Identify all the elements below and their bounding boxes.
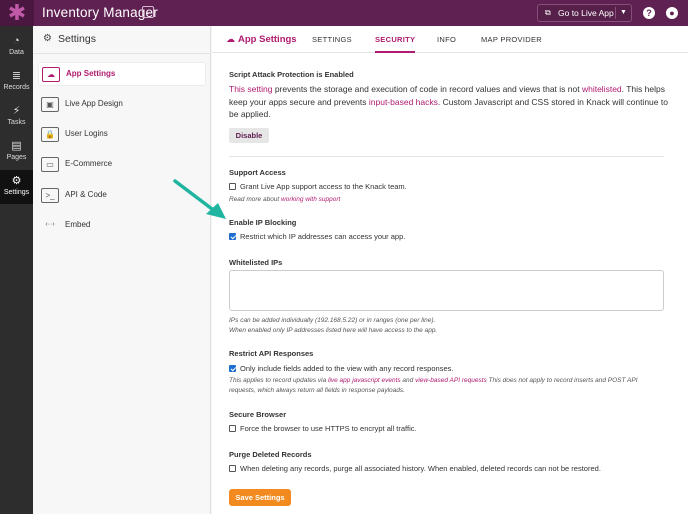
go-to-live-app-label: Go to Live App [558,8,614,18]
tasks-icon: ⚡ [12,105,21,117]
restrict-api-row[interactable]: Only include fields added to the view wi… [229,364,453,374]
restrict-api-hint: This applies to record updates via live … [229,376,649,396]
input-based-hacks-link[interactable]: input-based hacks [369,97,438,107]
menu-app-settings[interactable]: ☁ App Settings [38,62,206,86]
restrict-api-heading: Restrict API Responses [229,349,314,358]
menu-live-app-design[interactable]: ▣ Live App Design [38,93,206,117]
settings-panel: ⚙ Settings ☁ App Settings ▣ Live App Des… [33,26,211,514]
security-content: Script Attack Protection is Enabled This… [212,53,688,514]
settings-icon: ⚙ [11,175,22,187]
whitelisted-ips-heading: Whitelisted IPs [229,258,283,267]
section-title: ☁ App Settings [226,26,297,53]
credit-card-icon: ▭ [41,157,59,172]
nav-pages[interactable]: ▤ Pages [0,135,33,169]
knack-logo-icon[interactable]: ✱ [0,0,34,26]
purge-deleted-checkbox[interactable] [229,464,236,472]
settings-tabs: ☁ App Settings SETTINGS SECURITY INFO MAP… [212,26,688,53]
lock-icon: 🔒 [41,127,59,142]
go-to-live-app-button[interactable]: ⧉ Go to Live App ▼ [537,4,632,22]
menu-e-commerce[interactable]: ▭ E-Commerce [38,153,206,177]
nav-settings-label: Settings [3,189,30,196]
secure-browser-heading: Secure Browser [229,410,287,419]
nav-pages-label: Pages [6,154,27,161]
support-access-heading: Support Access [229,168,286,177]
account-icon[interactable]: ● [666,7,678,19]
nav-records[interactable]: ≣ Records [0,65,33,99]
caret-down-icon[interactable]: ▼ [620,5,627,21]
menu-user-logins[interactable]: 🔒 User Logins [38,123,206,147]
this-setting-link[interactable]: This setting [229,84,272,94]
nav-data-label: Data [9,49,24,56]
whitelisted-link[interactable]: whitelisted [582,84,622,94]
tab-security[interactable]: SECURITY [375,26,416,53]
support-access-row[interactable]: Grant Live App support access to the Kna… [229,182,407,192]
script-protection-description: This setting prevents the storage and ex… [229,83,669,121]
secure-browser-checkbox[interactable] [229,424,236,432]
pages-icon: ▤ [11,140,22,152]
purge-deleted-row[interactable]: When deleting any records, purge all ass… [229,464,601,474]
whitelisted-ips-textarea[interactable] [229,270,664,311]
description-text: prevents the storage and execution of co… [272,84,582,94]
whitelisted-ips-hint-1: IPs can be added individually (192.168.5… [229,317,436,324]
cloud-icon: ☁ [42,67,60,82]
tab-map-provider[interactable]: MAP PROVIDER [481,26,542,53]
help-icon[interactable]: ? [643,7,655,19]
menu-label: Live App Design [65,99,123,108]
nav-tasks-label: Tasks [7,119,26,126]
settings-panel-header: ⚙ Settings [33,26,211,54]
nav-data[interactable]: ◔ Data [0,30,33,64]
ip-blocking-row[interactable]: Restrict which IP addresses can access y… [229,232,405,242]
button-divider [615,7,616,19]
view-based-api-requests-link[interactable]: view-based API requests [415,377,487,384]
menu-label: App Settings [66,69,116,78]
hint-text: This applies to record updates via [229,377,328,384]
ip-blocking-label: Restrict which IP addresses can access y… [240,232,406,241]
whitelisted-ips-hint-2: When enabled only IP addresses listed he… [229,327,438,334]
purge-deleted-heading: Purge Deleted Records [229,450,312,459]
hint-text: Read more about [229,196,282,203]
design-icon: ▣ [41,97,59,112]
live-app-javascript-events-link[interactable]: live app javascript events [328,377,401,384]
nav-records-label: Records [3,84,30,91]
script-protection-heading: Script Attack Protection is Enabled [229,70,354,79]
terminal-icon: >_ [41,188,59,203]
section-divider [229,156,664,157]
data-icon: ◔ [13,35,20,47]
records-icon: ≣ [11,70,22,82]
ip-blocking-heading: Enable IP Blocking [229,218,297,227]
main-sidebar: ◔ Data ≣ Records ⚡ Tasks ▤ Pages ⚙ Setti… [0,26,33,514]
save-settings-button[interactable]: Save Settings [229,489,291,506]
purge-deleted-label: When deleting any records, purge all ass… [240,464,601,473]
restrict-api-label: Only include fields added to the view wi… [240,364,454,373]
ip-blocking-checkbox[interactable] [229,232,236,240]
embed-icon: ‹··› [45,221,55,228]
annotation-arrow-icon [173,179,226,219]
menu-label: User Logins [65,129,108,138]
tab-info[interactable]: INFO [437,26,456,53]
app-switcher-chevron-icon[interactable]: ⌄ [142,6,154,18]
secure-browser-label: Force the browser to use HTTPS to encryp… [240,424,417,433]
tab-settings[interactable]: SETTINGS [312,26,352,53]
settings-panel-title: Settings [58,33,96,45]
secure-browser-row[interactable]: Force the browser to use HTTPS to encryp… [229,424,417,434]
menu-label: API & Code [65,190,107,199]
support-access-checkbox[interactable] [229,182,236,190]
menu-label: Embed [65,220,91,229]
section-title-label: App Settings [238,34,297,45]
support-access-label: Grant Live App support access to the Kna… [240,182,407,191]
nav-settings[interactable]: ⚙ Settings [0,170,33,204]
external-link-icon: ⧉ [545,8,551,17]
gear-icon: ⚙ [43,33,52,44]
support-access-hint: Read more about working with support [229,195,669,205]
app-title: Inventory Manager [42,5,158,20]
restrict-api-checkbox[interactable] [229,364,236,372]
nav-tasks[interactable]: ⚡ Tasks [0,100,33,134]
working-with-support-link[interactable]: working with support [281,196,340,203]
menu-label: E-Commerce [65,159,113,168]
top-bar: ✱ Inventory Manager ⌄ ⧉ Go to Live App ▼… [0,0,688,26]
hint-text: and [400,377,416,384]
cloud-upload-icon: ☁ [226,34,235,44]
disable-button[interactable]: Disable [229,128,269,143]
